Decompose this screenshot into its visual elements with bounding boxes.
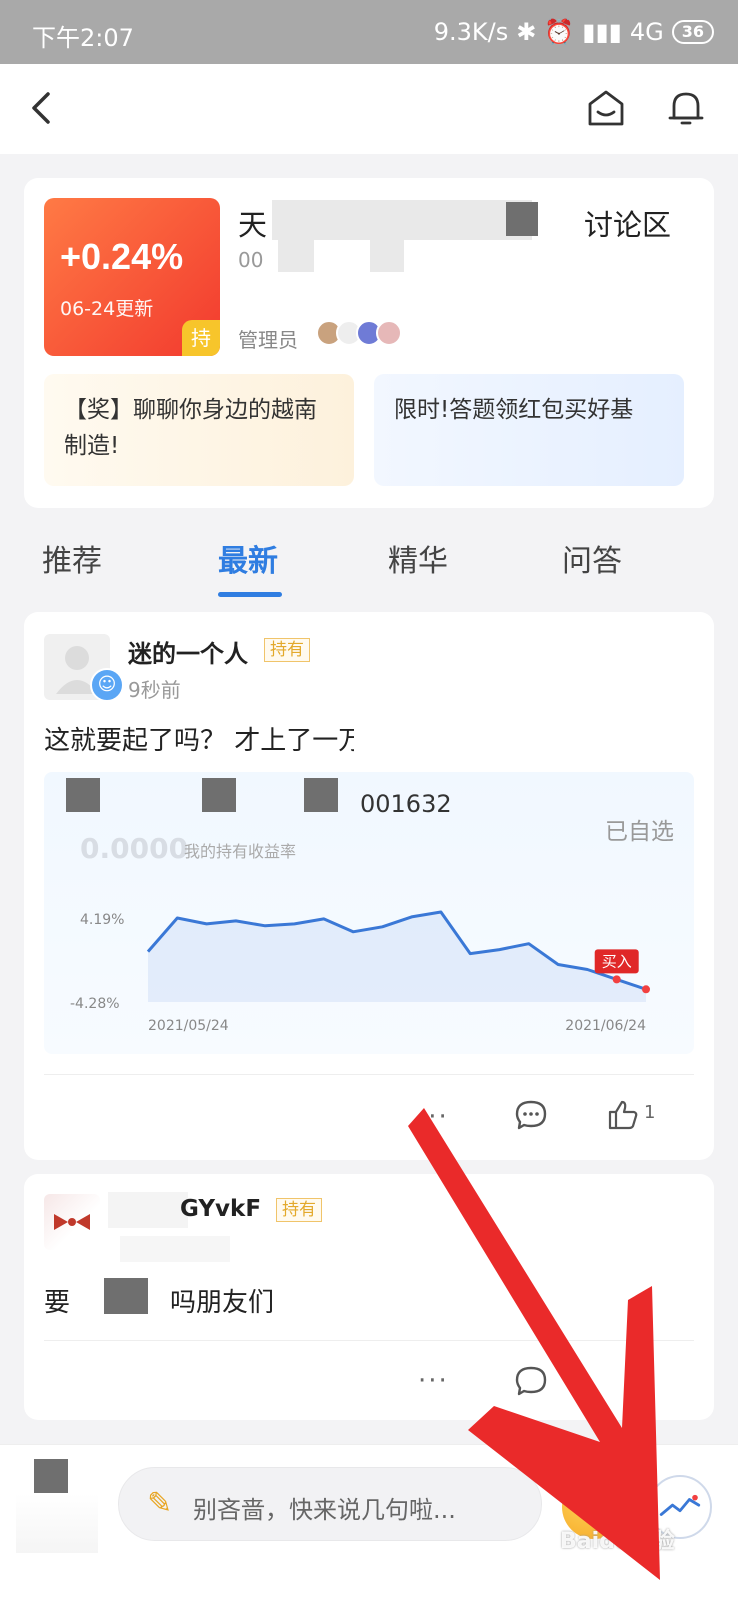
comment-input[interactable]: ✎ 别吝啬，快来说几句啦... [118,1467,542,1541]
bluetooth-icon: ✱ [516,18,537,46]
bow-avatar-icon [54,1214,90,1230]
performance-tile[interactable]: +0.24% 06-24更新 持 [44,198,220,356]
post-text: 这就要起了吗？ 才上了一万 [44,726,365,756]
tab-featured[interactable]: 精华 [388,536,448,580]
redacted-block [506,202,538,236]
fund-card[interactable]: 001632 已自选 0.0000 我的持有收益率 买入 4.19% -4.28% 2… [44,772,694,1054]
x-tick-label: 2021/05/24 [148,1018,229,1034]
y-tick-label: -4.28% [70,996,120,1012]
status-bar: 下午2:07 9.3K/s ✱ ⏰ ▮▮▮ 4G 36 [0,0,738,64]
post-text: 要 [44,1288,71,1318]
avatar[interactable] [44,1194,100,1250]
forum-home-icon[interactable] [584,86,628,130]
performance-value: +0.24% [60,236,184,277]
more-button[interactable]: ··· [418,1102,449,1132]
status-right: 9.3K/s ✱ ⏰ ▮▮▮ 4G 36 [434,18,714,46]
status-time: 下午2:07 [32,24,134,52]
promo-banner[interactable]: 【奖】聊聊你身边的越南制造! [44,374,354,486]
promo-banner[interactable]: 限时!答题领红包买好基 [374,374,684,486]
comment-icon[interactable] [514,1098,548,1132]
alarm-icon: ⏰ [544,18,575,46]
network-speed: 9.3K/s [433,18,509,46]
redacted-block [104,1278,148,1314]
tab-latest[interactable]: 最新 [218,536,278,580]
post-time: 9秒前 [128,678,181,702]
divider [44,1340,694,1341]
chart-buy-point [642,985,650,994]
post-card[interactable]: ☺ 迷的一个人 持有 9秒前 这就要起了吗？ 才上了一万 001632 已自选 … [24,612,714,1160]
chart-area-fill [148,912,646,1002]
post-card[interactable]: GYvkF 持有 要 吗朋友们 ··· [24,1174,714,1420]
forum-title-prefix: 天 [238,208,268,242]
chart-buy-point [612,975,621,984]
fund-line-chart: 买入 4.19% -4.28% 2021/05/24 2021/06/24 [70,910,650,1034]
redacted-block [278,238,314,272]
comment-placeholder: 别吝啬，快来说几句啦... [193,1496,456,1524]
active-tab-indicator [218,592,282,597]
redacted-block [108,1192,188,1228]
nav-bar [0,64,738,154]
avatar [376,320,402,346]
battery-indicator: 36 [671,20,714,44]
post-text: 吗朋友们 [170,1288,275,1318]
admin-avatars[interactable] [316,320,402,346]
tab-recommend[interactable]: 推荐 [42,536,102,580]
more-button[interactable]: ··· [418,1366,449,1396]
post-author[interactable]: GYvkF [180,1196,261,1222]
tab-qa[interactable]: 问答 [562,536,622,580]
hold-badge: 持 [182,320,220,356]
tab-bar: 推荐 最新 精华 问答 [0,520,738,604]
update-date: 06-24更新 [60,298,154,320]
redacted-block [354,712,424,752]
redacted-block [120,1236,230,1262]
bell-icon[interactable] [664,86,708,130]
like-count: 1 [644,1102,656,1123]
signal-icon: ▮▮▮ [582,18,622,46]
network-type: 4G [629,18,664,46]
admin-label: 管理员 [238,328,298,352]
post-author[interactable]: 迷的一个人 [128,634,248,669]
hold-tag: 持有 [264,638,310,662]
buy-marker-label: 买入 [602,952,632,970]
hold-tag: 持有 [276,1198,322,1222]
watermark: Baidu经验 [560,1529,675,1554]
avatar[interactable] [16,1453,98,1583]
y-tick-label: 4.19% [80,912,124,928]
redacted-block [272,200,532,240]
thumbs-up-icon[interactable] [606,1098,640,1132]
redacted-block [370,238,404,272]
grin-emoji-icon: ☺ [90,668,124,702]
back-icon[interactable] [24,86,64,130]
forum-code: 00 [238,248,264,272]
forum-title-suffix: 讨论区 [584,208,672,242]
bottom-comment-bar: ✎ 别吝啬，快来说几句啦... ¥ Baidu经验 [0,1444,738,1600]
forum-header-card: +0.24% 06-24更新 持 天 讨论区 00 管理员 【奖】聊聊你身边的越… [24,178,714,508]
divider [44,1074,694,1075]
x-tick-label: 2021/06/24 [565,1018,646,1034]
comment-icon[interactable] [514,1364,548,1398]
pencil-icon: ✎ [147,1486,173,1521]
